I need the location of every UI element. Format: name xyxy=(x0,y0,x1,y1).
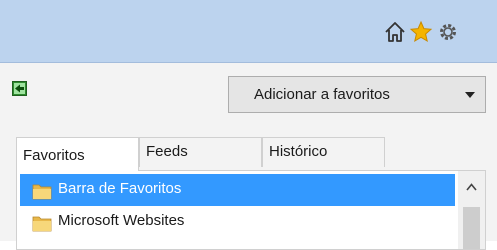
tab-feeds[interactable]: Feeds xyxy=(139,137,262,167)
list-item-label: Barra de Favoritos xyxy=(58,180,182,197)
home-icon[interactable] xyxy=(383,20,407,44)
list-item-microsoft-websites[interactable]: Microsoft Websites xyxy=(20,206,455,238)
tab-historico[interactable]: Histórico xyxy=(262,137,385,167)
scroll-up-arrow-icon[interactable] xyxy=(466,183,477,191)
add-to-favorites-button[interactable]: Adicionar a favoritos xyxy=(228,76,457,113)
tab-favoritos-label: Favoritos xyxy=(23,147,85,164)
folder-icon xyxy=(32,216,52,232)
favorites-list: Barra de Favoritos Microsoft Websites xyxy=(16,170,486,250)
vertical-scrollbar[interactable] xyxy=(458,171,485,249)
pin-favorites-center-icon[interactable] xyxy=(12,81,27,96)
list-item-label: Microsoft Websites xyxy=(58,212,185,229)
add-to-favorites-dropdown-button[interactable] xyxy=(456,76,486,113)
tab-historico-label: Histórico xyxy=(269,143,328,160)
chevron-down-icon xyxy=(465,92,475,98)
browser-toolbar xyxy=(0,0,497,63)
favorites-star-icon[interactable] xyxy=(409,20,433,44)
add-to-favorites-label: Adicionar a favoritos xyxy=(254,86,390,103)
folder-icon xyxy=(32,184,52,200)
favorites-center-panel: Adicionar a favoritos Favoritos Feeds Hi… xyxy=(0,63,497,250)
scrollbar-thumb[interactable] xyxy=(463,207,480,249)
gear-icon[interactable] xyxy=(436,20,460,44)
tab-feeds-label: Feeds xyxy=(146,143,188,160)
tab-favoritos[interactable]: Favoritos xyxy=(16,137,139,171)
list-item-barra-de-favoritos[interactable]: Barra de Favoritos xyxy=(20,174,455,206)
